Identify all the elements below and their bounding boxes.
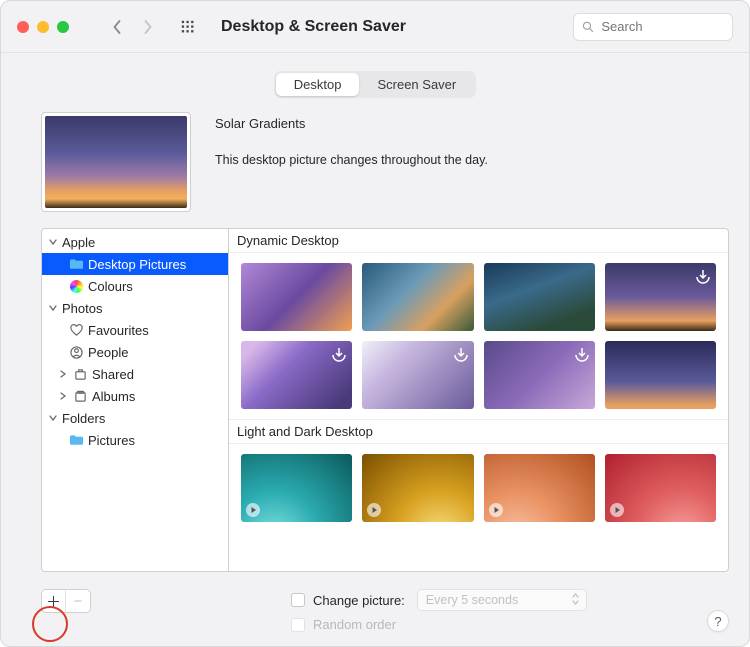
wallpaper-preview-image	[45, 116, 187, 208]
tree-item-albums[interactable]: Albums	[42, 385, 228, 407]
download-icon	[694, 267, 712, 285]
section-dynamic-desktop: Dynamic Desktop	[229, 229, 728, 253]
tree-item-shared[interactable]: Shared	[42, 363, 228, 385]
close-window-button[interactable]	[17, 21, 29, 33]
chevron-right-icon	[58, 392, 68, 400]
tree-group-photos[interactable]: Photos	[42, 297, 228, 319]
wallpaper-thumb[interactable]	[362, 263, 473, 331]
search-input[interactable]	[599, 18, 724, 35]
wallpaper-info: Solar Gradients This desktop picture cha…	[215, 112, 709, 212]
help-button[interactable]: ?	[707, 610, 729, 632]
remove-folder-button[interactable]: −	[66, 590, 90, 612]
traffic-lights	[17, 21, 69, 33]
play-icon	[366, 502, 382, 518]
nav-buttons	[103, 14, 161, 40]
dynamic-desktop-grid	[229, 253, 728, 419]
main-split: Apple Desktop Pictures Colours Photos	[1, 228, 749, 580]
wallpaper-thumb[interactable]	[241, 263, 352, 331]
change-interval-select[interactable]: Every 5 seconds	[417, 589, 587, 611]
add-folder-button[interactable]: ＋	[42, 590, 66, 612]
download-icon	[330, 345, 348, 363]
source-list[interactable]: Apple Desktop Pictures Colours Photos	[41, 228, 229, 572]
tab-screensaver[interactable]: Screen Saver	[359, 73, 474, 96]
tree-group-apple[interactable]: Apple	[42, 231, 228, 253]
chevron-right-icon	[58, 370, 68, 378]
system-prefs-window: Desktop & Screen Saver Desktop Screen Sa…	[0, 0, 750, 647]
pane-title: Desktop & Screen Saver	[221, 18, 406, 36]
footer-controls: ＋ − Change picture: Every 5 seconds Rand…	[1, 589, 749, 632]
color-wheel-icon	[68, 278, 84, 294]
search-icon	[582, 20, 593, 33]
download-icon	[573, 345, 591, 363]
titlebar: Desktop & Screen Saver	[1, 1, 749, 53]
wallpaper-thumb[interactable]	[362, 341, 473, 409]
change-interval-value: Every 5 seconds	[426, 593, 518, 607]
chevron-down-icon	[48, 304, 58, 312]
wallpaper-thumb[interactable]	[605, 341, 716, 409]
folder-icon	[68, 432, 84, 448]
play-icon	[245, 502, 261, 518]
search-field[interactable]	[573, 13, 733, 41]
wallpaper-name: Solar Gradients	[215, 116, 709, 131]
person-icon	[68, 344, 84, 360]
download-icon	[452, 345, 470, 363]
random-order-checkbox[interactable]	[291, 618, 305, 632]
tree-group-folders[interactable]: Folders	[42, 407, 228, 429]
change-picture-options: Change picture: Every 5 seconds Random o…	[291, 589, 587, 632]
albums-icon	[72, 388, 88, 404]
wallpaper-thumb[interactable]	[241, 454, 352, 522]
wallpaper-thumb[interactable]	[605, 263, 716, 331]
section-light-dark-desktop: Light and Dark Desktop	[229, 419, 728, 444]
back-button[interactable]	[103, 14, 131, 40]
add-remove-folder: ＋ −	[41, 589, 91, 613]
wallpaper-thumb[interactable]	[484, 263, 595, 331]
forward-button[interactable]	[133, 14, 161, 40]
chevron-down-icon	[48, 238, 58, 246]
wallpaper-thumb[interactable]	[241, 341, 352, 409]
tab-bar: Desktop Screen Saver	[1, 53, 749, 112]
tree-item-colours[interactable]: Colours	[42, 275, 228, 297]
wallpaper-thumb[interactable]	[484, 341, 595, 409]
zoom-window-button[interactable]	[57, 21, 69, 33]
wallpaper-thumb[interactable]	[362, 454, 473, 522]
tab-desktop[interactable]: Desktop	[276, 73, 360, 96]
stepper-icon	[571, 592, 580, 609]
random-order-row: Random order	[291, 617, 587, 632]
wallpaper-preview-frame	[41, 112, 191, 212]
chevron-down-icon	[48, 414, 58, 422]
minimize-window-button[interactable]	[37, 21, 49, 33]
tree-item-desktop-pictures[interactable]: Desktop Pictures	[42, 253, 228, 275]
change-picture-row: Change picture: Every 5 seconds	[291, 589, 587, 611]
heart-icon	[68, 322, 84, 338]
tree-item-people[interactable]: People	[42, 341, 228, 363]
folder-icon	[68, 256, 84, 272]
change-picture-checkbox[interactable]	[291, 593, 305, 607]
tree-item-pictures-folder[interactable]: Pictures	[42, 429, 228, 451]
wallpaper-gallery: Dynamic Desktop Light and Da	[229, 228, 729, 572]
wallpaper-description: This desktop picture changes throughout …	[215, 153, 709, 167]
play-icon	[609, 502, 625, 518]
random-order-label: Random order	[313, 617, 396, 632]
show-all-prefs-button[interactable]	[175, 14, 201, 40]
segmented-control: Desktop Screen Saver	[274, 71, 476, 98]
current-wallpaper-row: Solar Gradients This desktop picture cha…	[1, 112, 749, 228]
tree-item-favourites[interactable]: Favourites	[42, 319, 228, 341]
change-picture-label: Change picture:	[313, 593, 405, 608]
wallpaper-thumb[interactable]	[605, 454, 716, 522]
shared-icon	[72, 366, 88, 382]
light-dark-grid	[229, 444, 728, 532]
wallpaper-thumb[interactable]	[484, 454, 595, 522]
play-icon	[488, 502, 504, 518]
